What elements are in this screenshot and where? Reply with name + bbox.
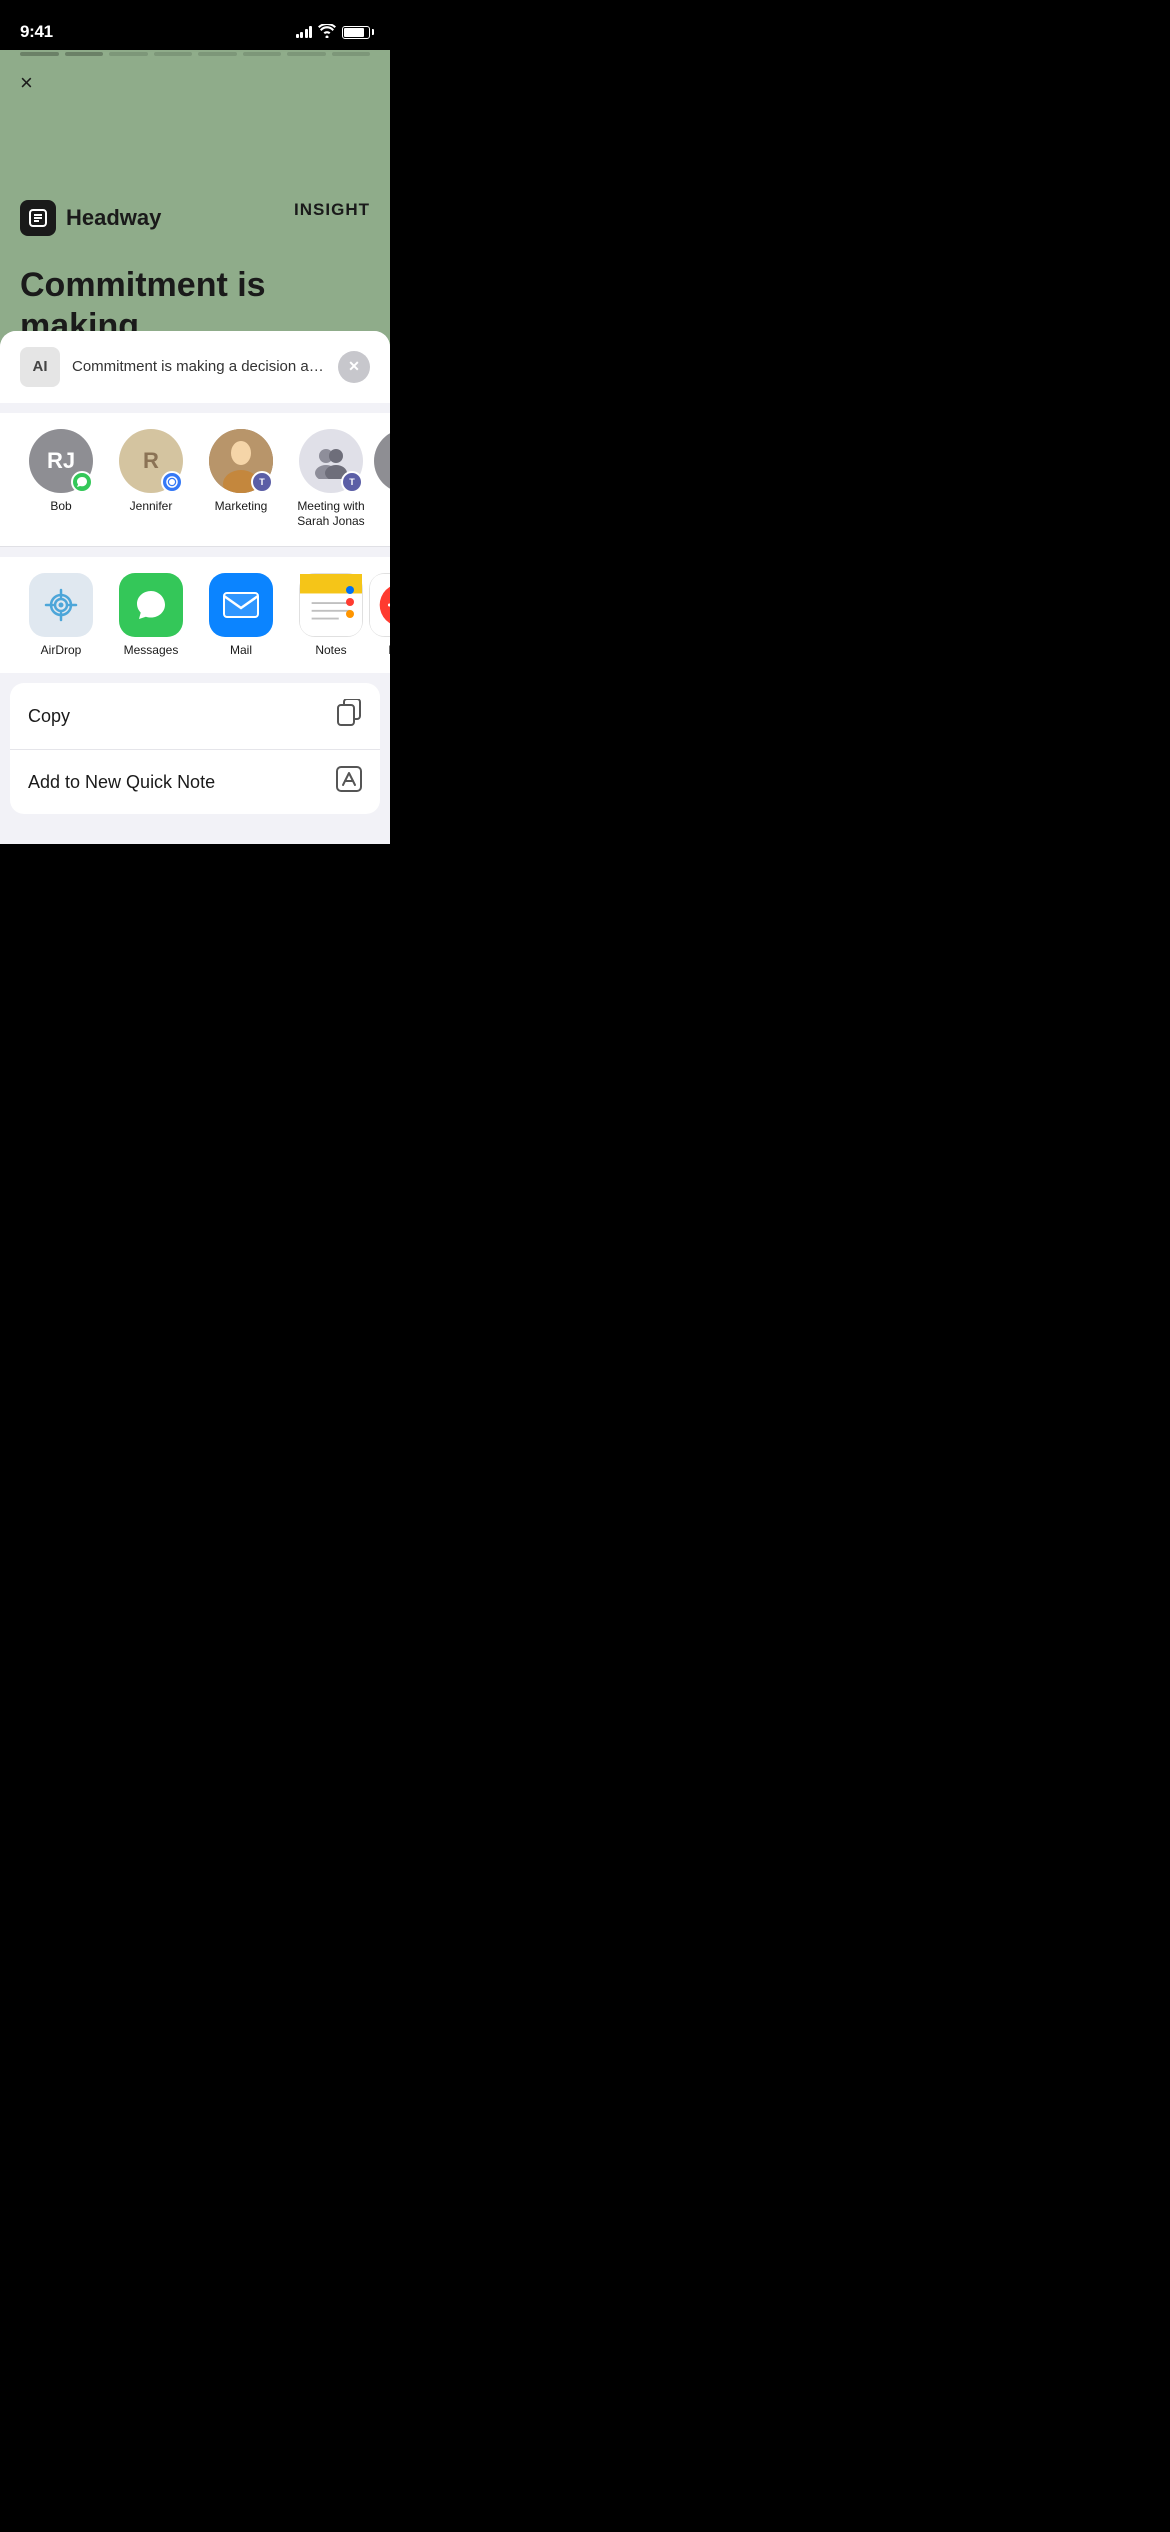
- app-reminders[interactable]: Re...: [376, 573, 390, 657]
- contact-avatar-marketing: T: [209, 429, 273, 493]
- badge-teams-marketing: T: [251, 471, 273, 493]
- app-notes[interactable]: Notes: [286, 573, 376, 657]
- contact-meeting[interactable]: T Meeting with Sarah Jonas: [286, 429, 376, 530]
- notes-icon: [299, 573, 363, 637]
- app-airdrop[interactable]: AirDrop: [16, 573, 106, 657]
- contact-jennifer[interactable]: R Jennifer: [106, 429, 196, 530]
- badge-signal: [161, 471, 183, 493]
- copy-label: Copy: [28, 706, 70, 727]
- quick-note-label: Add to New Quick Note: [28, 772, 215, 793]
- app-name-reminders: Re...: [388, 643, 390, 657]
- headway-brand: Headway: [20, 200, 161, 236]
- contact-bob[interactable]: RJ Bob: [16, 429, 106, 530]
- headway-name: Headway: [66, 205, 161, 231]
- share-sheet: AI Commitment is making a decision and s…: [0, 331, 390, 844]
- quick-note-icon: [336, 766, 362, 798]
- share-preview: AI Commitment is making a decision and s…: [0, 331, 390, 403]
- signal-icon: [296, 26, 313, 38]
- contact-marketing[interactable]: T Marketing: [196, 429, 286, 530]
- copy-icon: [336, 699, 362, 733]
- contact-name-marketing: Marketing: [215, 499, 268, 515]
- contact-initials-bob: RJ: [47, 448, 75, 474]
- app-name-airdrop: AirDrop: [41, 643, 82, 657]
- app-mail[interactable]: Mail: [196, 573, 286, 657]
- airdrop-icon: [29, 573, 93, 637]
- app-name-notes: Notes: [315, 643, 346, 657]
- status-bar: 9:41: [0, 0, 390, 50]
- status-time: 9:41: [20, 22, 53, 42]
- contact-first[interactable]: Firs: [376, 429, 390, 530]
- headway-logo: [20, 200, 56, 236]
- wifi-icon: [318, 24, 336, 41]
- apps-row: AirDrop Messages Mail: [0, 557, 390, 673]
- preview-text: Commitment is making a decision and s...: [72, 358, 326, 375]
- action-rows: Copy Add to New Quick Note: [10, 683, 380, 814]
- contact-avatar-jennifer: R: [119, 429, 183, 493]
- contact-name-meeting: Meeting with Sarah Jonas: [291, 499, 371, 530]
- contact-name-jennifer: Jennifer: [130, 499, 173, 515]
- clear-icon: ✕: [348, 358, 360, 375]
- copy-action[interactable]: Copy: [10, 683, 380, 749]
- badge-messages: [71, 471, 93, 493]
- contact-avatar-bob: RJ: [29, 429, 93, 493]
- app-name-mail: Mail: [230, 643, 252, 657]
- contacts-row: RJ Bob R Jennifer: [0, 413, 390, 546]
- separator-1: [0, 546, 390, 547]
- contact-avatar-first: [374, 429, 390, 493]
- mail-icon: [209, 573, 273, 637]
- insight-label: INSIGHT: [294, 200, 370, 220]
- messages-icon: [119, 573, 183, 637]
- battery-icon: [342, 26, 370, 39]
- preview-icon: AI: [20, 347, 60, 387]
- app-name-messages: Messages: [124, 643, 179, 657]
- contact-avatar-meeting: T: [299, 429, 363, 493]
- app-messages[interactable]: Messages: [106, 573, 196, 657]
- reminders-icon: [369, 573, 390, 637]
- status-icons: [296, 24, 371, 41]
- progress-dashes: [0, 52, 390, 56]
- contact-initials-jennifer: R: [143, 448, 159, 474]
- close-button[interactable]: ×: [20, 70, 33, 96]
- quick-note-action[interactable]: Add to New Quick Note: [10, 749, 380, 814]
- clear-button[interactable]: ✕: [338, 351, 370, 383]
- contact-name-bob: Bob: [50, 499, 71, 515]
